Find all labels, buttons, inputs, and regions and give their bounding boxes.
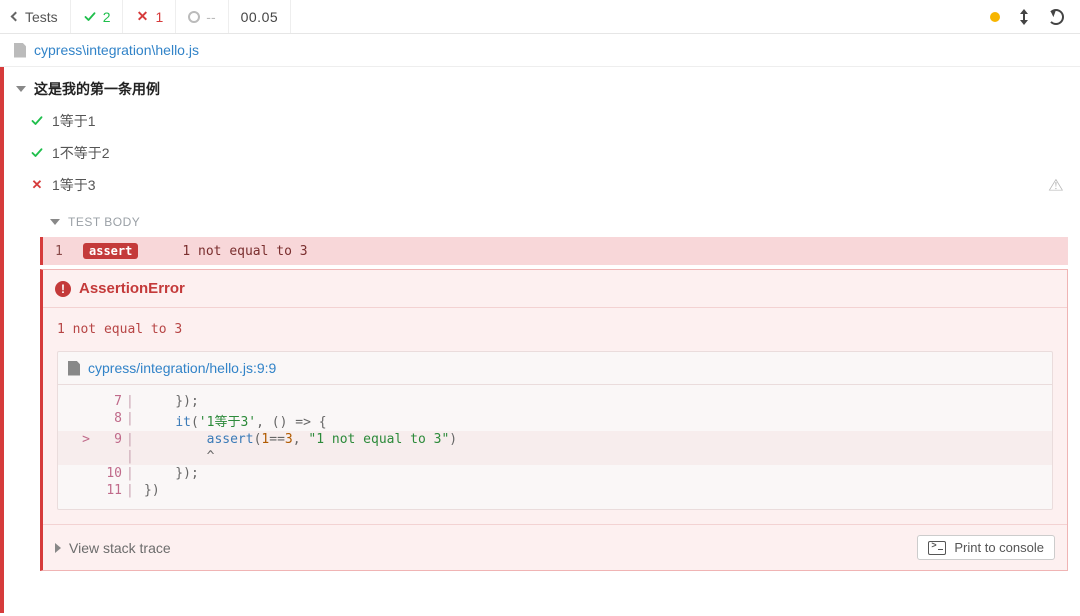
toolbar-right — [974, 0, 1080, 33]
file-icon — [68, 361, 80, 376]
viewport-resize-icon[interactable] — [1018, 10, 1030, 24]
error-message: 1 not equal to 3 — [43, 308, 1067, 351]
fail-row: ✕ 1等于3 ⚠ — [12, 169, 1068, 201]
check-icon — [30, 114, 44, 128]
pass-count-cell[interactable]: 2 — [71, 0, 124, 33]
test-row[interactable]: 1等于1 — [12, 105, 1068, 137]
suite-title: 这是我的第一条用例 — [34, 79, 160, 99]
check-icon — [83, 10, 97, 24]
stack-trace-label: View stack trace — [69, 540, 171, 556]
caret-down-icon — [50, 219, 60, 225]
time-cell: 00.05 — [229, 0, 292, 33]
error-icon: ! — [55, 281, 71, 297]
pending-count-cell[interactable]: -- — [176, 0, 228, 33]
view-stack-trace[interactable]: View stack trace — [55, 540, 171, 556]
print-label: Print to console — [954, 540, 1044, 555]
toolbar-spacer — [291, 0, 974, 33]
code-lines: 7| });8| it('1等于3', () => {>9| assert(1=… — [58, 385, 1052, 509]
command-message: 1 not equal to 3 — [182, 244, 307, 259]
file-path-bar[interactable]: cypress\integration\hello.js — [0, 34, 1080, 67]
error-footer: View stack trace Print to console — [43, 524, 1067, 570]
tests-back-button[interactable]: Tests — [0, 0, 71, 33]
code-line: >9| assert(1==3, "1 not equal to 3") — [58, 431, 1052, 448]
code-line: 11|}) — [58, 482, 1052, 499]
duration: 00.05 — [241, 9, 279, 25]
code-frame: cypress/integration/hello.js:9:9 7| });8… — [57, 351, 1053, 510]
test-label: 1等于3 — [52, 175, 96, 195]
test-row[interactable]: 1不等于2 — [12, 137, 1068, 169]
print-to-console-button[interactable]: Print to console — [917, 535, 1055, 560]
test-body-label: TEST BODY — [68, 215, 140, 229]
test-label: 1等于1 — [52, 111, 96, 131]
pending-icon — [188, 11, 200, 23]
error-title-row: ! AssertionError — [43, 270, 1067, 308]
code-frame-path[interactable]: cypress/integration/hello.js:9:9 — [58, 352, 1052, 385]
test-row[interactable]: ✕ 1等于3 — [12, 169, 1048, 201]
file-icon — [14, 43, 26, 58]
test-list: 这是我的第一条用例 1等于1 1不等于2 ✕ 1等于3 ⚠ TEST BODY 1 as… — [4, 67, 1080, 613]
check-icon — [30, 146, 44, 160]
chevron-left-icon — [11, 12, 21, 22]
test-body-panel: TEST BODY 1 assert 1 not equal to 3 ! As… — [40, 207, 1068, 571]
status-dot-icon[interactable] — [990, 12, 1000, 22]
reload-icon[interactable] — [1048, 9, 1064, 25]
top-toolbar: Tests 2 ✕ 1 -- 00.05 — [0, 0, 1080, 34]
warning-icon[interactable]: ⚠ — [1048, 176, 1064, 195]
fail-count-cell[interactable]: ✕ 1 — [123, 0, 176, 33]
command-number: 1 — [55, 244, 69, 259]
caret-right-icon — [55, 543, 61, 553]
test-label: 1不等于2 — [52, 143, 110, 163]
terminal-icon — [928, 541, 946, 555]
assert-badge: assert — [83, 243, 138, 259]
code-line: | ^ — [58, 448, 1052, 465]
pending-count: -- — [206, 9, 215, 25]
code-line: 7| }); — [58, 393, 1052, 410]
content-area: 这是我的第一条用例 1等于1 1不等于2 ✕ 1等于3 ⚠ TEST BODY 1 as… — [0, 67, 1080, 613]
suite-row[interactable]: 这是我的第一条用例 — [12, 73, 1068, 105]
code-line: 8| it('1等于3', () => { — [58, 410, 1052, 431]
caret-down-icon — [16, 86, 26, 92]
pass-count: 2 — [103, 9, 111, 25]
command-row[interactable]: 1 assert 1 not equal to 3 — [40, 237, 1068, 265]
tests-label: Tests — [25, 9, 58, 25]
error-block: ! AssertionError 1 not equal to 3 cypres… — [40, 269, 1068, 571]
error-title: AssertionError — [79, 280, 185, 297]
file-path: cypress\integration\hello.js — [34, 42, 199, 58]
frame-path-text: cypress/integration/hello.js:9:9 — [88, 360, 276, 376]
fail-count: 1 — [155, 9, 163, 25]
code-line: 10| }); — [58, 465, 1052, 482]
test-body-header[interactable]: TEST BODY — [40, 207, 1068, 237]
x-icon: ✕ — [135, 10, 149, 24]
x-icon: ✕ — [30, 178, 44, 192]
